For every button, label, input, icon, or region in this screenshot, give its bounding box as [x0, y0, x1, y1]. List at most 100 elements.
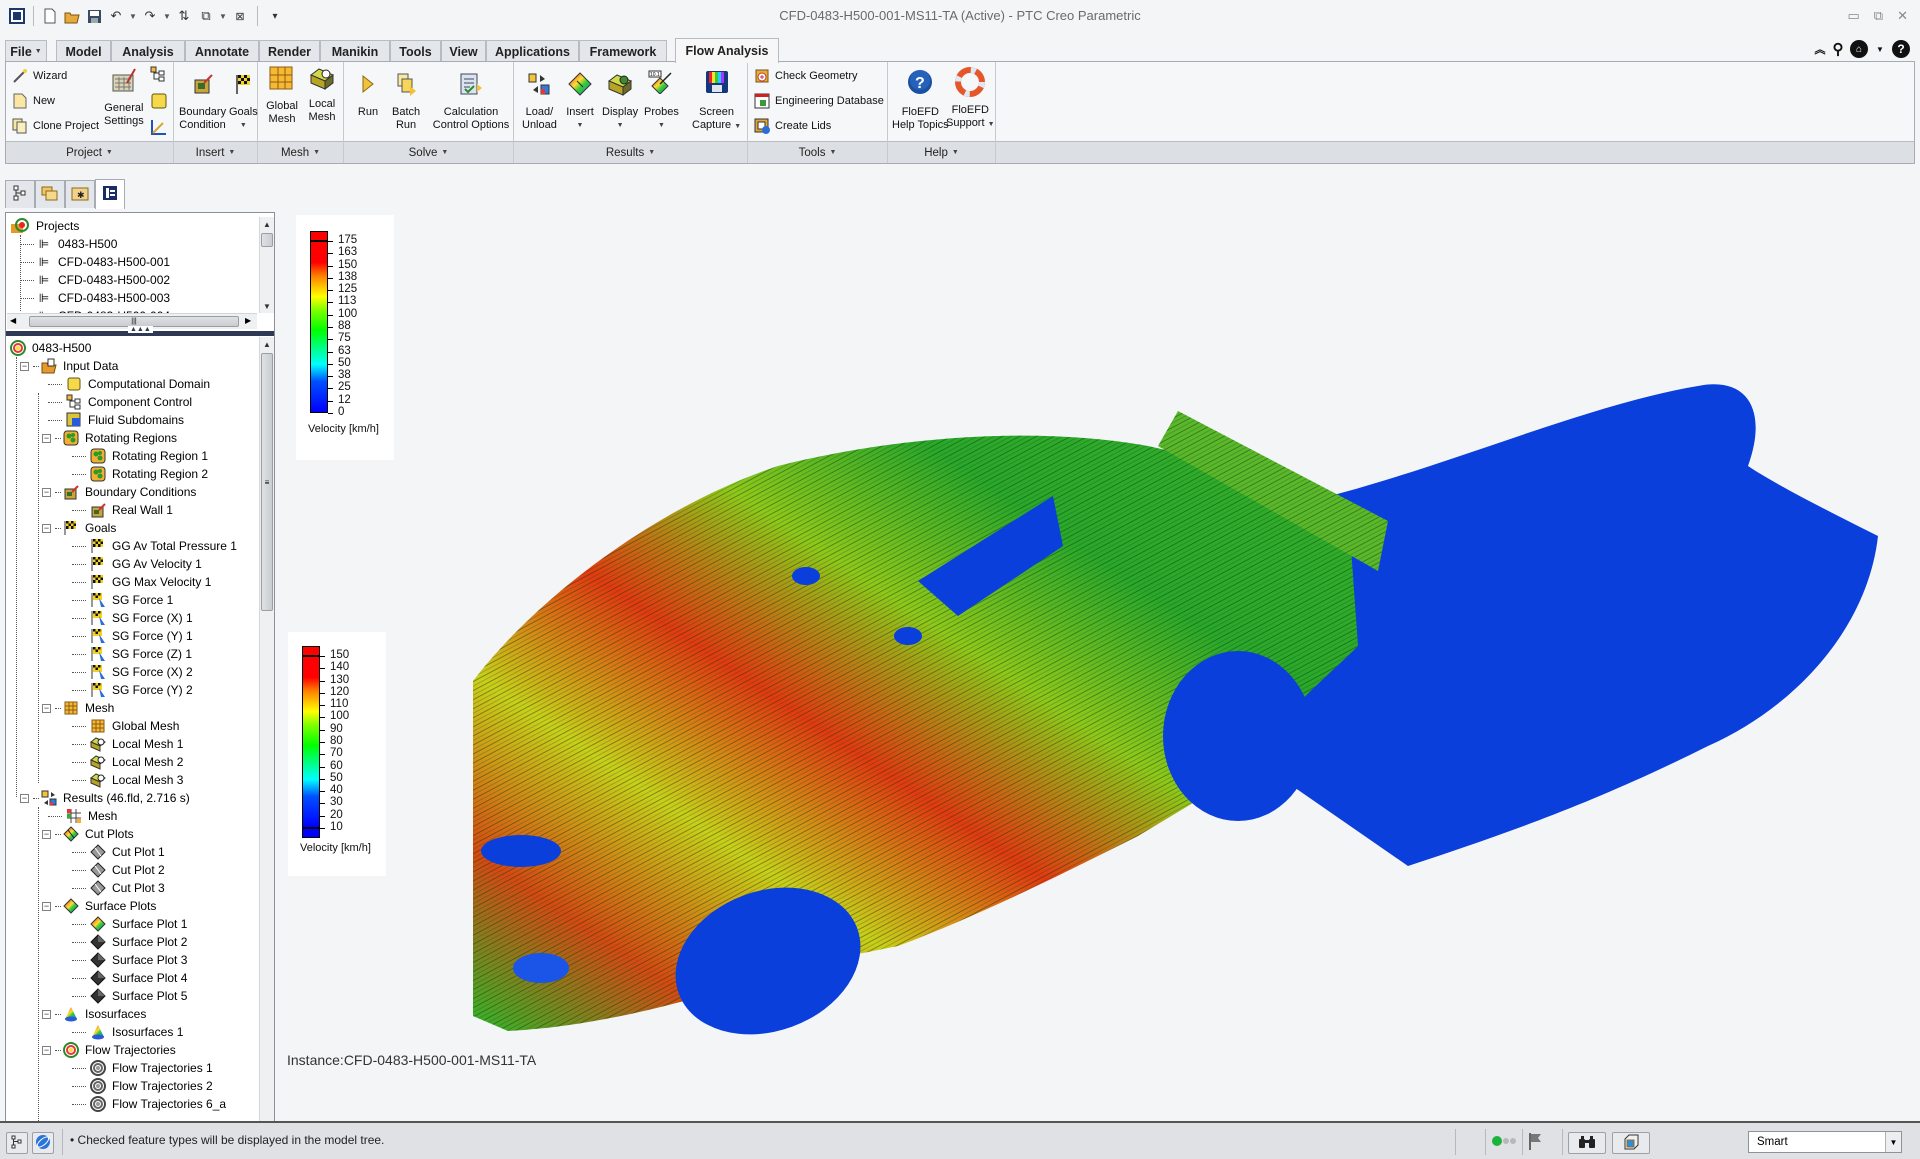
tree-node[interactable]: SG Force (Y) 2: [66, 681, 193, 699]
tree-node[interactable]: Cut Plot 2: [66, 861, 165, 879]
group-mesh-label[interactable]: Mesh ▼: [258, 141, 343, 163]
restore-icon[interactable]: ⧉: [1874, 8, 1883, 24]
search-icon[interactable]: ⚲: [1832, 40, 1844, 58]
project-item[interactable]: ⊫ CFD-0483-H500-003: [20, 289, 170, 307]
tab-framework[interactable]: Framework: [579, 40, 667, 62]
tree-node[interactable]: SG Force (Y) 1: [66, 627, 193, 645]
collapse-toggle-icon[interactable]: −: [42, 487, 51, 497]
tab-manikin[interactable]: Manikin: [320, 40, 390, 62]
tree-node[interactable]: Global Mesh: [66, 717, 179, 735]
tree-node[interactable]: SG Force (X) 1: [66, 609, 193, 627]
tree-node[interactable]: Surface Plot 4: [66, 969, 187, 987]
minimize-icon[interactable]: ▭: [1848, 8, 1860, 24]
collapse-toggle-icon[interactable]: −: [42, 523, 51, 533]
selection-filter-button[interactable]: [1612, 1132, 1650, 1154]
floefd-help-topics-button[interactable]: ? FloEFD Help Topics: [892, 68, 949, 132]
tab-view[interactable]: View: [441, 40, 486, 62]
collapse-toggle-icon[interactable]: −: [42, 1009, 51, 1019]
collapse-ribbon-icon[interactable]: ︽: [1814, 40, 1826, 58]
global-mesh-button[interactable]: Global Mesh: [266, 62, 298, 126]
tree-node[interactable]: Computational Domain: [42, 375, 210, 393]
collapse-toggle-icon[interactable]: −: [42, 433, 51, 443]
tree-node[interactable]: Isosurfaces 1: [66, 1023, 183, 1041]
collapse-toggle-icon[interactable]: −: [42, 703, 51, 713]
tab-file[interactable]: File ▼: [5, 40, 47, 62]
tree-node[interactable]: GG Max Velocity 1: [66, 573, 211, 591]
tree-node[interactable]: Local Mesh 2: [66, 753, 183, 771]
tree-node[interactable]: Surface Plot 3: [66, 951, 187, 969]
chevron-down-icon[interactable]: ▼: [1874, 40, 1886, 58]
new-project-button[interactable]: New: [12, 93, 55, 109]
create-lids-button[interactable]: Create Lids: [754, 118, 831, 134]
tree-node[interactable]: SG Force (X) 2: [66, 663, 193, 681]
engineering-database-button[interactable]: Engineering Database: [754, 93, 884, 109]
tree-node[interactable]: − Flow Trajectories: [42, 1041, 176, 1059]
tab-favorites[interactable]: ✱: [65, 180, 95, 208]
learning-connector-icon[interactable]: ⌂: [1850, 40, 1868, 58]
calculation-control-options-button[interactable]: Calculation Control Options: [431, 70, 511, 132]
tree-node[interactable]: Fluid Subdomains: [42, 411, 184, 429]
wizard-button[interactable]: Wizard: [12, 68, 67, 84]
projects-root[interactable]: Projects: [10, 217, 79, 235]
show-browser-button[interactable]: [32, 1132, 54, 1154]
tree-node[interactable]: Component Control: [42, 393, 192, 411]
tab-model[interactable]: Model: [56, 40, 111, 62]
boundary-condition-button[interactable]: Boundary Condition: [179, 70, 226, 132]
group-help-label[interactable]: Help ▼: [888, 141, 995, 163]
computational-domain-icon[interactable]: [150, 92, 168, 113]
check-geometry-button[interactable]: Check Geometry: [754, 68, 858, 84]
tree-node[interactable]: Rotating Region 2: [66, 465, 208, 483]
tree-node[interactable]: − Surface Plots: [42, 897, 156, 915]
local-mesh-button[interactable]: Local Mesh: [308, 64, 336, 124]
group-project-label[interactable]: Project ▼: [6, 141, 173, 163]
group-insert-label[interactable]: Insert ▼: [174, 141, 257, 163]
tree-node[interactable]: Surface Plot 2: [66, 933, 187, 951]
show-model-tree-button[interactable]: [6, 1132, 28, 1154]
tree-node[interactable]: − Mesh: [42, 699, 114, 717]
tree-node[interactable]: Local Mesh 3: [66, 771, 183, 789]
group-tools-label[interactable]: Tools ▼: [748, 141, 887, 163]
tree-vertical-scrollbar[interactable]: ▲ ≡ ▼: [259, 337, 274, 1131]
tab-annotate[interactable]: Annotate: [185, 40, 259, 62]
tree-node[interactable]: Local Mesh 1: [66, 735, 183, 753]
floefd-support-button[interactable]: FloEFD Support ▼: [946, 66, 995, 131]
clone-project-button[interactable]: Clone Project: [12, 118, 99, 134]
run-button[interactable]: Run: [354, 70, 382, 119]
collapse-toggle-icon[interactable]: −: [42, 901, 51, 911]
project-item[interactable]: ⊫ CFD-0483-H500-001: [20, 253, 170, 271]
tree-node[interactable]: Cut Plot 1: [66, 843, 165, 861]
coordinate-system-icon[interactable]: [150, 118, 168, 139]
tab-model-tree[interactable]: [5, 180, 35, 208]
tab-applications[interactable]: Applications: [486, 40, 579, 62]
tree-node[interactable]: Flow Trajectories 1: [66, 1059, 213, 1077]
pane-splitter[interactable]: ▲▲▲: [6, 326, 274, 336]
flag-icon[interactable]: [1528, 1131, 1542, 1154]
component-tree-icon[interactable]: [150, 66, 166, 85]
close-icon[interactable]: ✕: [1897, 8, 1908, 24]
group-results-label[interactable]: Results ▼: [514, 141, 747, 163]
batch-run-button[interactable]: Batch Run: [392, 70, 420, 132]
tree-node[interactable]: Rotating Region 1: [66, 447, 208, 465]
analysis-root[interactable]: 0483-H500: [10, 339, 91, 357]
project-item[interactable]: ⊫ CFD-0483-H500-002: [20, 271, 170, 289]
tree-node[interactable]: − Isosurfaces: [42, 1005, 146, 1023]
group-solve-label[interactable]: Solve ▼: [344, 141, 513, 163]
help-icon[interactable]: ?: [1892, 40, 1910, 58]
tab-render[interactable]: Render: [259, 40, 320, 62]
tree-node[interactable]: Flow Trajectories 2: [66, 1077, 213, 1095]
tree-node[interactable]: Real Wall 1: [66, 501, 173, 519]
display-button[interactable]: Display ▼: [602, 70, 638, 132]
tree-node[interactable]: − Results (46.fld, 2.716 s): [20, 789, 190, 807]
find-button[interactable]: [1568, 1132, 1606, 1154]
results-insert-button[interactable]: Insert ▼: [566, 70, 594, 132]
tree-node[interactable]: SG Force 1: [66, 591, 173, 609]
tree-node[interactable]: GG Av Velocity 1: [66, 555, 202, 573]
probes-button[interactable]: 10.1 Probes ▼: [644, 68, 679, 132]
tree-node[interactable]: Mesh: [42, 807, 117, 825]
tree-node[interactable]: Surface Plot 5: [66, 987, 187, 1005]
collapse-toggle-icon[interactable]: −: [42, 1045, 51, 1055]
general-settings-button[interactable]: General Settings: [104, 66, 144, 128]
regeneration-status-icon[interactable]: [1490, 1134, 1520, 1151]
tree-node[interactable]: − Boundary Conditions: [42, 483, 196, 501]
tree-node[interactable]: − Rotating Regions: [42, 429, 177, 447]
